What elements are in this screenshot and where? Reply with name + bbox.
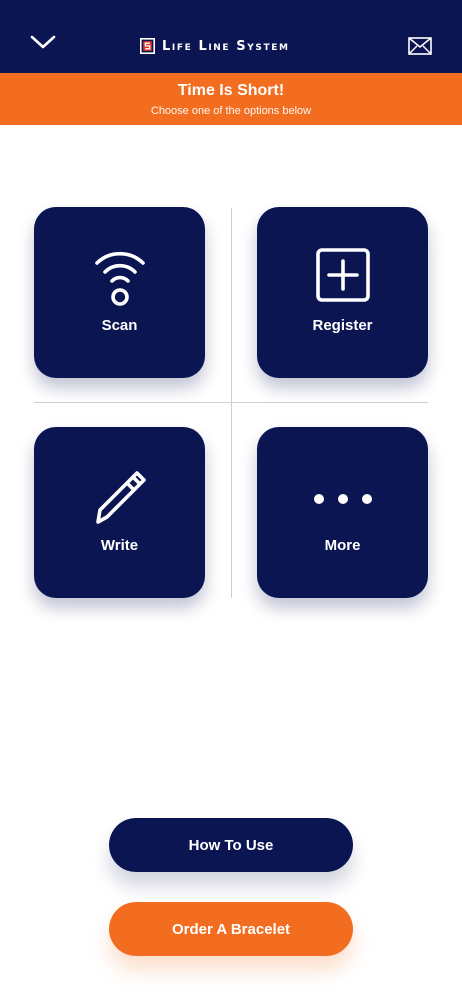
register-label: Register [312, 317, 373, 334]
app-brand: Life Line System [140, 36, 290, 56]
order-bracelet-button[interactable]: Order A Bracelet [109, 902, 353, 956]
app-screen: Life Line System Time Is Short! Choose o… [0, 0, 462, 1000]
grid-divider-horizontal [34, 402, 428, 403]
more-label: More [324, 537, 361, 554]
more-tile-button[interactable]: More [257, 427, 428, 598]
mail-icon[interactable] [408, 37, 432, 55]
life-line-logo-icon [140, 38, 155, 54]
top-bar: Life Line System [0, 0, 462, 73]
grid-divider-vertical [231, 208, 232, 598]
notice-banner: Time Is Short! Choose one of the options… [0, 73, 462, 125]
write-label: Write [100, 537, 139, 554]
app-title: Life Line System [162, 38, 290, 54]
banner-title: Time Is Short! [177, 82, 285, 99]
register-tile-button[interactable]: Register [257, 207, 428, 378]
how-to-use-button[interactable]: How To Use [109, 818, 353, 872]
chevron-down-icon[interactable] [30, 34, 56, 50]
scan-label: Scan [101, 317, 138, 334]
banner-subtitle: Choose one of the options below [150, 105, 312, 117]
nfc-scan-icon [94, 251, 145, 306]
scan-tile-button[interactable]: Scan [34, 207, 205, 378]
pencil-icon [95, 471, 146, 524]
more-dots-icon [313, 494, 372, 504]
plus-square-icon [315, 248, 370, 302]
write-tile-button[interactable]: Write [34, 427, 205, 598]
